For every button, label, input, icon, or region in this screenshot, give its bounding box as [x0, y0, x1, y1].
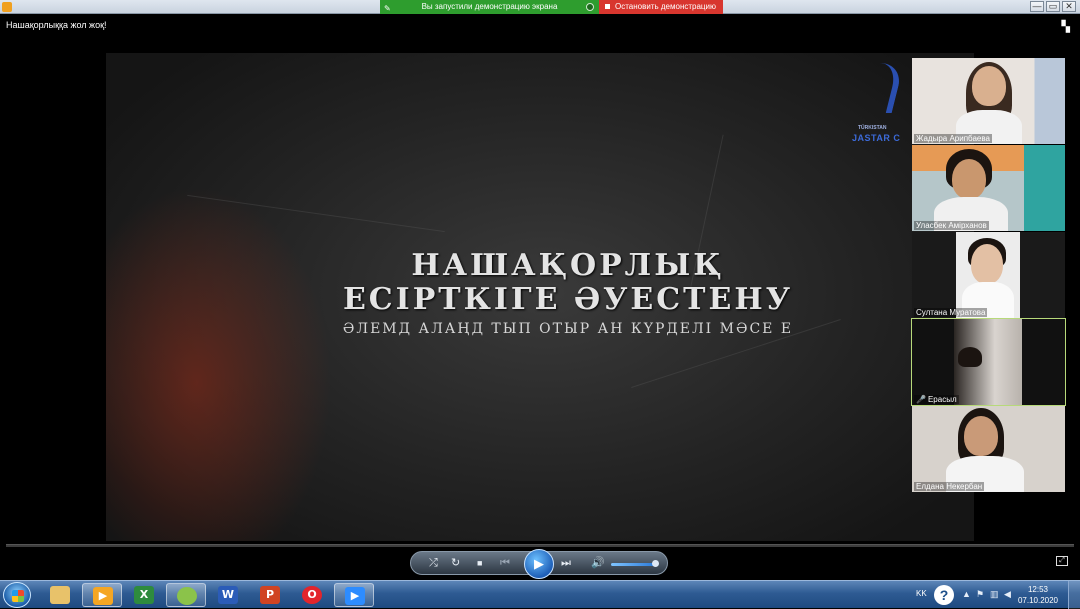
shield-icon — [586, 3, 594, 11]
texture-crack — [187, 194, 445, 233]
video-background-right — [1024, 145, 1065, 231]
clock-date: 07.10.2020 — [1017, 596, 1058, 605]
participant-name: Уласбек Амірханов — [914, 221, 989, 230]
stop-button[interactable]: ■ — [477, 556, 482, 570]
app-icon — [2, 2, 12, 12]
word-icon: W — [218, 586, 238, 604]
participant-name-text: Уласбек Амірханов — [916, 221, 987, 230]
minimize-button[interactable]: — — [1030, 1, 1044, 12]
participant-tile[interactable]: Султана Муратова — [912, 232, 1065, 318]
logo-small-text: TÜRKISTAN — [858, 125, 887, 131]
participant-name-text: Жадыра Арипбаева — [916, 134, 990, 143]
stop-icon — [605, 4, 610, 10]
clock-time: 12:53 — [1027, 585, 1048, 594]
slide-heading-line1: НАШАҚОРЛЫҚ — [411, 248, 725, 283]
taskbar-explorer[interactable] — [40, 583, 80, 607]
participant-face — [971, 244, 1003, 284]
slide-heading: НАШАҚОРЛЫҚ ЕСІРТКІГЕ ӘУЕСТЕНУ ӘЛЕМД АЛАҢ… — [106, 248, 974, 338]
taskbar-word[interactable]: W — [208, 583, 248, 607]
flag-icon[interactable]: ⚑ — [976, 589, 984, 600]
folder-icon — [50, 586, 70, 604]
language-indicator[interactable]: KK — [916, 589, 927, 598]
participant-name-text: Елдана Некербан — [916, 482, 983, 491]
tray-arrow-icon[interactable]: ▲ — [962, 589, 971, 599]
shared-screen-slide: TÜRKISTAN JASTAR C НАШАҚОРЛЫҚ ЕСІРТКІГЕ … — [106, 53, 974, 541]
participant-name-text: Султана Муратова — [916, 308, 986, 317]
zoom-icon: ▶ — [345, 587, 365, 605]
taskbar-powerpoint[interactable]: P — [250, 583, 290, 607]
participant-face — [964, 416, 998, 456]
volume-slider[interactable] — [611, 563, 655, 566]
windows-logo-icon — [12, 590, 24, 602]
slide-subtitle: ӘЛЕМД АЛАҢД ТЫП ОТЫР АН КҮРДЕЛІ МӘСЕ Е — [342, 321, 794, 337]
slide-heading-line2: ЕСІРТКІГЕ ӘУЕСТЕНУ — [342, 282, 794, 317]
help-icon[interactable]: ? — [934, 585, 954, 605]
powerpoint-icon: P — [260, 586, 280, 604]
share-status: ✎ Вы запустили демонстрацию экрана — [380, 0, 599, 14]
logo-big-text: JASTAR C — [852, 133, 901, 143]
maximize-button[interactable]: ▭ — [1046, 1, 1060, 12]
shuffle-button[interactable]: ⤮ — [429, 556, 438, 570]
participant-tile[interactable]: Уласбек Амірханов — [912, 145, 1065, 231]
logo-swoosh — [867, 63, 905, 113]
participant-name: Жадыра Арипбаева — [914, 134, 992, 143]
window-controls: — ▭ ✕ — [1030, 1, 1076, 12]
fullscreen-icon[interactable]: ⤢ — [1056, 556, 1068, 566]
taskbar-excel[interactable]: X — [124, 583, 164, 607]
player-controls: ⤮ ↻ ■ ⏮ ▶ ⏭ 🔊 — [410, 549, 668, 579]
volume-slider-knob[interactable] — [652, 560, 659, 567]
taskbar-media-player[interactable]: ▶ — [82, 583, 122, 607]
volume-icon[interactable]: 🔊 — [591, 556, 605, 570]
excel-icon: X — [134, 586, 154, 604]
media-player-icon: ▶ — [93, 587, 113, 605]
start-button[interactable] — [3, 582, 31, 608]
participant-tile[interactable]: Жадыра Арипбаева — [912, 58, 1065, 144]
layout-icon[interactable]: ▚ — [1062, 20, 1070, 33]
repeat-button[interactable]: ↻ — [451, 556, 460, 570]
play-button[interactable]: ▶ — [524, 549, 554, 579]
opera-icon: O — [302, 586, 322, 604]
taskbar-opera[interactable]: O — [292, 583, 332, 607]
participant-name: Султана Муратова — [914, 308, 988, 317]
taskbar-zoom[interactable]: ▶ — [334, 583, 374, 607]
participant-face — [952, 159, 986, 199]
network-icon[interactable]: ▥ — [990, 589, 999, 600]
next-button[interactable]: ⏭ — [561, 556, 571, 570]
speaker-icon[interactable]: ◀ — [1004, 589, 1011, 600]
participant-face — [972, 66, 1006, 106]
participant-name-text: Ерасыл — [927, 395, 957, 404]
share-status-text: Вы запустили демонстрацию экрана — [421, 2, 558, 11]
muted-mic-icon: 🎤 — [916, 395, 926, 404]
participant-name: Елдана Некербан — [914, 482, 985, 491]
clock[interactable]: 12:53 07.10.2020 — [1018, 584, 1058, 606]
taskbar: ▶ X W P O ▶ KK ? ▲ ⚑ ▥ ◀ 12:53 07.10.202… — [0, 580, 1080, 609]
screen-share-banner: ✎ Вы запустили демонстрацию экрана Остан… — [380, 0, 723, 14]
close-button[interactable]: ✕ — [1062, 1, 1076, 12]
meeting-title: Нашақорлыққа жол жоқ! — [6, 20, 107, 30]
stop-share-label: Остановить демонстрацию — [615, 2, 716, 11]
app-icon — [177, 587, 197, 605]
participants-panel: Жадыра Арипбаева Уласбек Амірханов Султа… — [911, 58, 1066, 493]
slide-logo: TÜRKISTAN JASTAR C — [852, 63, 908, 145]
participant-tile-active[interactable]: 🎤 Ерасыл — [911, 318, 1066, 406]
participant-name: 🎤 Ерасыл — [914, 395, 959, 404]
seek-bar[interactable] — [6, 544, 1074, 547]
system-tray: KK ? ▲ ⚑ ▥ ◀ 12:53 07.10.2020 — [910, 581, 1080, 609]
taskbar-app[interactable] — [166, 583, 206, 607]
participant-hair — [958, 347, 982, 367]
show-desktop-button[interactable] — [1068, 581, 1080, 609]
participant-tile[interactable]: Елдана Некербан — [912, 406, 1065, 492]
pin-icon[interactable]: ✎ — [384, 2, 391, 16]
stop-share-button[interactable]: Остановить демонстрацию — [599, 0, 723, 14]
previous-button[interactable]: ⏮ — [500, 556, 510, 570]
